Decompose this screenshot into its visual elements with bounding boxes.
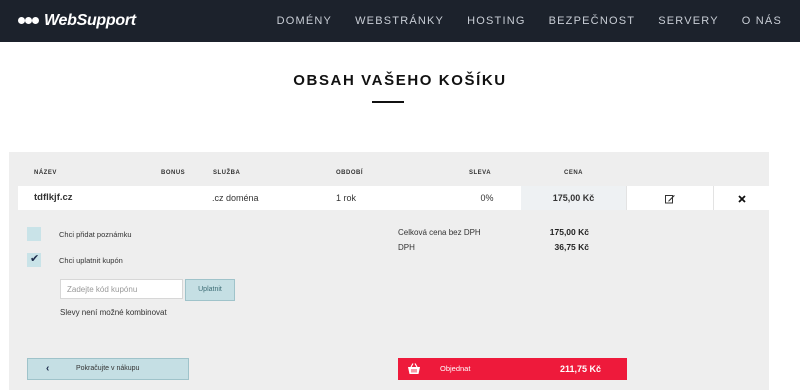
header-price: CENA	[564, 170, 584, 176]
item-service: .cz doména	[212, 193, 259, 203]
header-discount: SLEVA	[469, 170, 492, 176]
apply-coupon-button[interactable]: Uplatnit	[185, 279, 235, 301]
total-without-vat-value: 175,00 Kč	[549, 227, 589, 237]
remove-item-button[interactable]	[714, 186, 769, 210]
main-menu: DOMÉNY WEBSTRÁNKY HOSTING BEZPEČNOST SER…	[254, 0, 782, 42]
order-total: 211,75 Kč	[559, 364, 601, 374]
cart-row: tdflkjf.cz .cz doména 1 rok 0% 175,00 Kč	[18, 186, 769, 210]
note-checkbox[interactable]	[27, 227, 41, 241]
coupon-code-input[interactable]	[60, 279, 183, 299]
websupport-logo[interactable]: WebSupport	[18, 12, 136, 30]
coupon-checkbox-label: Chci uplatnit kupón	[59, 256, 123, 265]
total-without-vat-label: Celková cena bez DPH	[398, 228, 481, 237]
edit-item-button[interactable]	[626, 186, 714, 210]
menu-item-hosting[interactable]: HOSTING	[467, 15, 526, 27]
close-icon	[737, 194, 746, 203]
header-period: OBDOBÍ	[336, 170, 363, 176]
title-underline	[372, 101, 404, 103]
top-navbar: WebSupport DOMÉNY WEBSTRÁNKY HOSTING BEZ…	[0, 0, 800, 42]
header-bonus: BONUS	[161, 170, 186, 176]
menu-item-servery[interactable]: SERVERY	[658, 15, 719, 27]
edit-icon	[665, 194, 675, 204]
discount-combine-note: Slevy není možné kombinovat	[60, 308, 167, 317]
basket-icon	[408, 363, 420, 374]
vat-label: DPH	[398, 243, 415, 252]
header-name: NÁZEV	[34, 170, 57, 176]
order-button[interactable]: Objednat 211,75 Kč	[398, 358, 627, 380]
item-price: 175,00 Kč	[521, 186, 626, 210]
order-button-label: Objednat	[440, 364, 471, 373]
chevron-left-icon: ‹	[46, 363, 50, 374]
menu-item-o-nas[interactable]: O NÁS	[742, 15, 782, 27]
coupon-checkbox[interactable]: ✔	[27, 253, 41, 267]
continue-shopping-button[interactable]: ‹ Pokračujte v nákupu	[27, 358, 189, 380]
menu-item-webstranky[interactable]: WEBSTRÁNKY	[355, 15, 444, 27]
item-name: tdflkjf.cz	[34, 192, 73, 203]
logo-text: WebSupport	[44, 12, 136, 29]
note-checkbox-label: Chci přidat poznámku	[59, 230, 132, 239]
continue-shopping-label: Pokračujte v nákupu	[76, 365, 140, 372]
menu-item-domeny[interactable]: DOMÉNY	[277, 15, 332, 27]
menu-item-bezpecnost[interactable]: BEZPEČNOST	[549, 15, 636, 27]
vat-value: 36,75 Kč	[554, 242, 590, 252]
item-discount: 0%	[480, 193, 494, 203]
item-period: 1 rok	[336, 193, 357, 203]
page-title: OBSAH VAŠEHO KOŠÍKU	[293, 72, 507, 89]
cart-panel: NÁZEV BONUS SLUŽBA OBDOBÍ SLEVA CENA tdf…	[9, 152, 769, 390]
header-service: SLUŽBA	[213, 170, 241, 176]
checkmark-icon: ✔	[30, 253, 40, 265]
logo-mark-icon	[18, 14, 40, 28]
